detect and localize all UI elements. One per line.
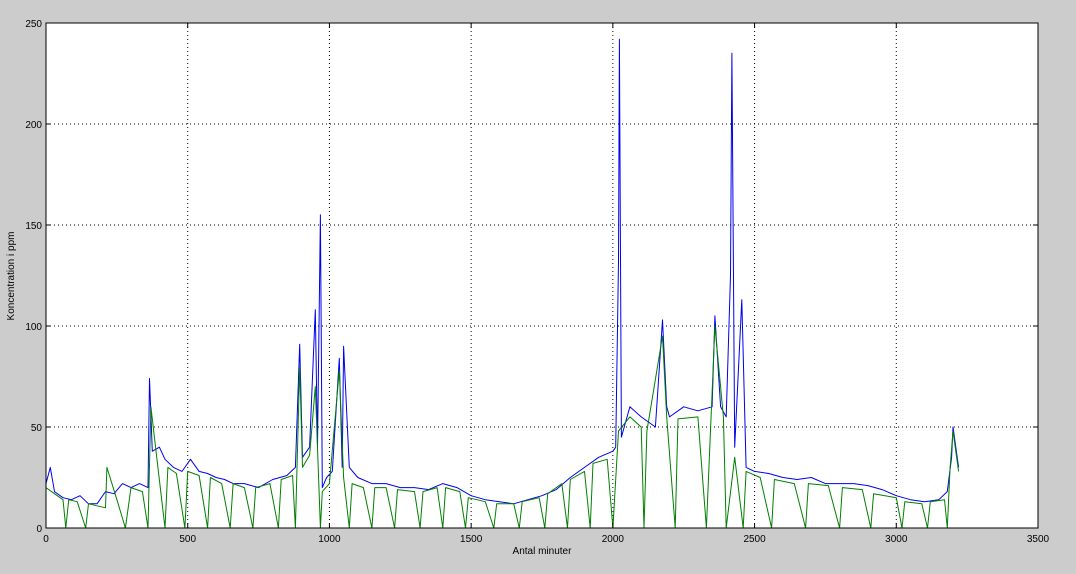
x-tick-label: 2500 xyxy=(743,534,766,545)
x-tick-label: 3500 xyxy=(1027,534,1050,545)
x-tick-label: 500 xyxy=(179,534,196,545)
y-tick-label: 200 xyxy=(25,120,42,131)
line-chart: 0 500 1000 1500 2000 2500 3000 3500 0 50 100 150 20… xyxy=(6,19,1050,557)
x-tick-label: 1500 xyxy=(460,534,483,545)
y-tick-labels: 0 50 100 150 200 250 xyxy=(25,19,42,535)
x-axis-label: Antal minuter xyxy=(513,546,573,557)
x-tick-label: 0 xyxy=(43,534,49,545)
y-tick-label: 250 xyxy=(25,19,42,30)
y-tick-label: 100 xyxy=(25,322,42,333)
plot-area-background xyxy=(46,23,1038,528)
x-tick-label: 2000 xyxy=(602,534,625,545)
x-tick-label: 3000 xyxy=(885,534,908,545)
chart-figure: 0 500 1000 1500 2000 2500 3000 3500 0 50 100 150 20… xyxy=(0,0,1076,574)
y-axis-label: Koncentration i ppm xyxy=(6,232,17,321)
y-tick-label: 150 xyxy=(25,221,42,232)
x-tick-label: 1000 xyxy=(318,534,341,545)
y-tick-label: 50 xyxy=(31,423,43,434)
x-tick-labels: 0 500 1000 1500 2000 2500 3000 3500 xyxy=(43,534,1049,545)
y-tick-label: 0 xyxy=(36,524,42,535)
